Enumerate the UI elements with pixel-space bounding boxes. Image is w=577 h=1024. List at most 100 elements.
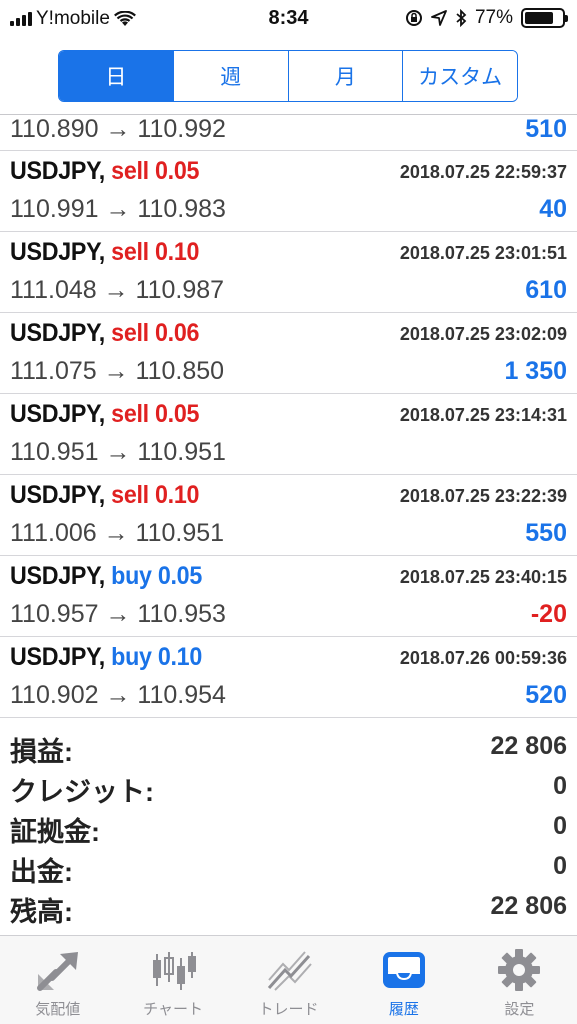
trade-prices: 111.048 → 110.987 (10, 276, 225, 304)
trade-side: sell 0.06 (111, 319, 200, 347)
trade-side: sell 0.10 (111, 238, 200, 266)
trade-datetime: 2018.07.25 23:22:39 (399, 486, 567, 506)
trade-title: USDJPY, sell 0.10 (10, 238, 199, 267)
trade-profit: 510 (525, 115, 567, 143)
battery-fill (525, 12, 553, 24)
segment-day[interactable]: 日 (59, 51, 173, 101)
gear-icon (498, 949, 541, 991)
trade-profit: 1 350 (504, 357, 567, 385)
summary-value: 0 (553, 772, 567, 800)
tab-label: 気配値 (35, 1001, 81, 1018)
trade-title: USDJPY, buy 0.10 (10, 643, 202, 672)
trade-side: sell 0.05 (111, 400, 200, 428)
table-row[interactable]: USDJPY, buy 0.05 2018.07.25 23:40:15 110… (0, 556, 577, 637)
bluetooth-icon (456, 9, 467, 27)
trade-symbol: USDJPY, (10, 400, 105, 428)
trade-datetime: 2018.07.25 23:02:09 (399, 324, 567, 344)
history-inbox-icon (382, 952, 425, 988)
trade-profit: 520 (525, 681, 567, 709)
summary-value: 0 (553, 812, 567, 840)
summary-withdrawal: 出金: 0 (0, 848, 577, 888)
table-row[interactable]: USDJPY, buy 0.10 2018.07.26 00:59:36 110… (0, 637, 577, 718)
summary-label: 損益: (10, 737, 73, 767)
tab-history[interactable]: 履歴 (346, 936, 461, 1024)
tab-label: チャート (143, 1001, 204, 1018)
summary-value: 22 806 (490, 732, 567, 760)
period-segmented-control: 日 週 月 カスタム (58, 50, 518, 102)
tab-chart[interactable]: チャート (115, 936, 230, 1024)
account-summary: 損益: 22 806 クレジット: 0 証拠金: 0 出金: 0 残高: 22 … (0, 728, 577, 928)
trade-symbol: USDJPY, (10, 157, 105, 185)
summary-profit: 損益: 22 806 (0, 728, 577, 768)
trade-symbol: USDJPY, (10, 481, 105, 509)
location-icon (431, 10, 447, 26)
trade-symbol: USDJPY, (10, 643, 105, 671)
trade-symbol: USDJPY, (10, 319, 105, 347)
summary-credit: クレジット: 0 (0, 768, 577, 808)
battery-icon (521, 8, 568, 28)
summary-value: 0 (553, 852, 567, 880)
summary-deposit: 証拠金: 0 (0, 808, 577, 848)
summary-label: 証拠金: (10, 817, 100, 847)
trade-side: sell 0.05 (111, 157, 200, 185)
trade-title: USDJPY, buy 0.05 (10, 562, 202, 591)
trade-side: buy 0.05 (111, 562, 202, 590)
rotation-lock-icon (405, 10, 422, 26)
signal-icon (10, 12, 32, 26)
table-row[interactable]: USDJPY, sell 0.06 2018.07.25 23:02:09 11… (0, 313, 577, 394)
tab-quotes[interactable]: 気配値 (0, 936, 115, 1024)
summary-label: 残高: (10, 897, 73, 927)
summary-balance: 残高: 22 806 (0, 888, 577, 928)
trade-profit: 550 (525, 519, 567, 547)
tab-label: 履歴 (388, 1001, 419, 1018)
table-row[interactable]: USDJPY, sell 0.05 2018.07.25 23:14:31 11… (0, 394, 577, 475)
candlestick-chart-icon (153, 952, 197, 990)
table-row[interactable]: USDJPY, sell 0.10 2018.07.25 23:22:39 11… (0, 475, 577, 556)
trade-prices: 111.075 → 110.850 (10, 357, 225, 385)
trade-datetime: 2018.07.25 23:01:51 (399, 243, 567, 263)
status-bar: Y!mobile 8:34 77% (0, 0, 577, 40)
wifi-icon (113, 11, 136, 26)
trade-profit: 610 (525, 276, 567, 304)
trade-title: USDJPY, sell 0.10 (10, 481, 199, 510)
trade-side: buy 0.10 (111, 643, 202, 671)
table-row-partial[interactable]: 110.890 → 110.992 510 (0, 115, 577, 151)
battery-percent: 77% (474, 7, 513, 28)
trade-title: USDJPY, sell 0.06 (10, 319, 199, 348)
trade-prices: 110.951 → 110.951 (10, 438, 226, 466)
trade-datetime: 2018.07.25 23:14:31 (399, 405, 567, 425)
trade-datetime: 2018.07.26 00:59:36 (399, 648, 567, 668)
quotes-arrows-icon (36, 952, 78, 991)
tab-settings[interactable]: 設定 (462, 936, 577, 1024)
table-row[interactable]: USDJPY, sell 0.05 2018.07.25 22:59:37 11… (0, 151, 577, 232)
trade-symbol: USDJPY, (10, 238, 105, 266)
trade-prices: 110.902 → 110.954 (10, 681, 226, 709)
trade-datetime: 2018.07.25 23:40:15 (399, 567, 567, 587)
summary-label: 出金: (10, 857, 73, 887)
trade-profit: 40 (539, 195, 567, 223)
summary-label: クレジット: (10, 777, 154, 807)
trade-history-list[interactable]: 110.890 → 110.992 510 USDJPY, sell 0.05 … (0, 115, 577, 718)
segment-week[interactable]: 週 (172, 51, 288, 101)
tab-trade[interactable]: トレード (231, 936, 346, 1024)
trade-title: USDJPY, sell 0.05 (10, 400, 199, 429)
trade-prices: 110.957 → 110.953 (10, 600, 226, 628)
trade-side: sell 0.10 (111, 481, 200, 509)
trade-datetime: 2018.07.25 22:59:37 (399, 162, 567, 182)
tab-label: 設定 (504, 1001, 535, 1018)
segment-custom[interactable]: カスタム (402, 51, 517, 101)
segment-month[interactable]: 月 (287, 51, 403, 101)
status-left: Y!mobile (10, 8, 136, 30)
table-row[interactable]: USDJPY, sell 0.10 2018.07.25 23:01:51 11… (0, 232, 577, 313)
bottom-tab-bar: 気配値 チャート トレード 履歴 設定 (0, 935, 577, 1024)
status-right: 77% (405, 7, 568, 29)
trade-title: USDJPY, sell 0.05 (10, 157, 199, 186)
trade-chart-icon (267, 951, 312, 991)
trade-prices: 110.991 → 110.983 (10, 195, 226, 223)
tab-label: トレード (258, 1001, 319, 1018)
carrier-name: Y!mobile (36, 8, 110, 29)
trade-prices: 111.006 → 110.951 (10, 519, 225, 547)
trade-prices: 110.890 → 110.992 (10, 115, 226, 143)
trade-symbol: USDJPY, (10, 562, 105, 590)
trade-profit: -20 (530, 600, 567, 628)
